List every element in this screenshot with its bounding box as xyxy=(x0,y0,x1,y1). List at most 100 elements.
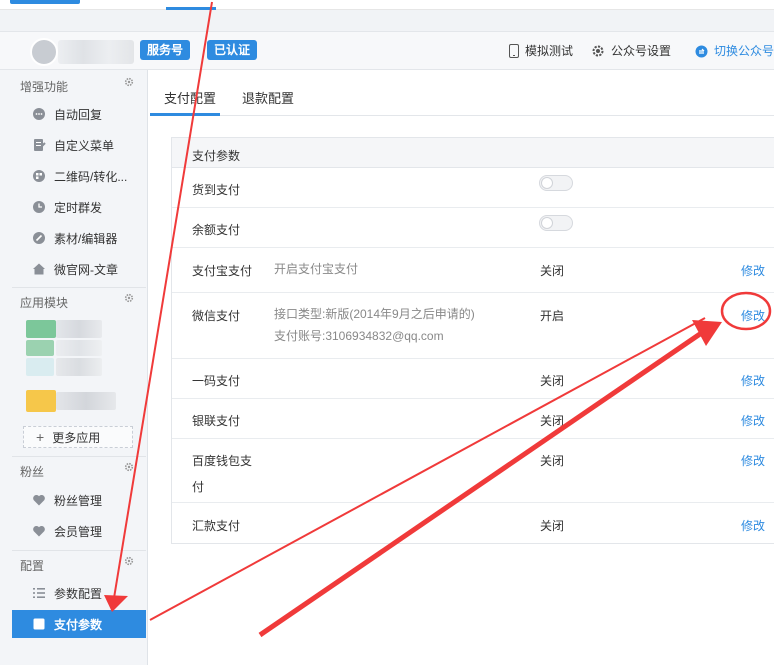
more-apps-button[interactable]: + 更多应用 xyxy=(23,426,133,448)
top-nav-strip xyxy=(0,0,774,10)
edit-link-onecode[interactable]: 修改 xyxy=(741,372,765,389)
balance-toggle[interactable] xyxy=(539,215,573,231)
account-settings-label: 公众号设置 xyxy=(611,44,672,58)
sidebar-divider xyxy=(12,456,146,457)
sidebar-item-material-editor[interactable]: 素材/编辑器 xyxy=(12,225,148,251)
sidebar-item-custom-menu[interactable]: 自定义菜单 xyxy=(12,132,148,158)
app-name-redacted xyxy=(56,320,102,338)
qrcode-icon xyxy=(32,169,46,183)
table-row: 汇款支付 关闭 修改 xyxy=(172,503,774,544)
sidebar-item-microsite[interactable]: 微官网-文章 xyxy=(12,256,148,282)
table-row: 微信支付 接口类型:新版(2014年9月之后申请的) 支付账号:31069348… xyxy=(172,293,774,359)
sidebar-item-label: 素材/编辑器 xyxy=(54,231,118,246)
edit-link-unionpay[interactable]: 修改 xyxy=(741,412,765,429)
sidebar-item-scheduled-send[interactable]: 定时群发 xyxy=(12,194,148,220)
sidebar-item-label: 微官网-文章 xyxy=(54,262,118,277)
payment-card-icon xyxy=(32,617,46,631)
account-header: 服务号 已认证 模拟测试 公众号设置 切换公众号 xyxy=(0,32,774,70)
section-title-config: 配置 xyxy=(20,559,45,573)
app-name-redacted xyxy=(56,392,116,410)
sidebar-item-label: 自动回复 xyxy=(54,107,103,122)
payment-method-name: 汇款支付 xyxy=(192,519,241,533)
payment-method-name: 银联支付 xyxy=(192,414,241,428)
sidebar-divider xyxy=(12,550,146,551)
payment-status: 关闭 xyxy=(540,454,565,468)
section-title-fans: 粉丝 xyxy=(20,465,45,479)
payment-method-name-line2: 付 xyxy=(192,480,205,494)
edit-link-alipay[interactable]: 修改 xyxy=(741,262,765,279)
list-icon xyxy=(32,586,46,600)
sidebar-item-label: 粉丝管理 xyxy=(54,493,103,508)
payment-method-desc: 开启支付宝支付 xyxy=(274,262,359,276)
payment-method-name: 一码支付 xyxy=(192,374,241,388)
home-icon xyxy=(32,262,46,276)
sidebar-divider xyxy=(12,287,146,288)
payment-params-panel: 支付参数 货到支付 余额支付 支付宝支付 开启支付宝支付 关闭 修改 微信支付 … xyxy=(171,137,774,544)
account-name-redacted xyxy=(58,40,134,64)
simulate-test-link[interactable]: 模拟测试 xyxy=(509,42,573,60)
payment-status: 关闭 xyxy=(540,519,565,533)
heart-icon xyxy=(32,524,46,538)
clock-icon xyxy=(32,200,46,214)
sidebar-item-member-manage[interactable]: 会员管理 xyxy=(12,518,148,544)
section-title-app-modules: 应用模块 xyxy=(20,296,69,310)
sidebar-item-auto-reply[interactable]: 自动回复 xyxy=(12,101,148,127)
payment-status: 开启 xyxy=(540,309,565,323)
payment-status: 关闭 xyxy=(540,414,565,428)
toggle-knob xyxy=(541,177,553,189)
sidebar-item-qrcode[interactable]: 二维码/转化... xyxy=(12,163,148,189)
payment-method-name-line1: 百度钱包支 xyxy=(192,454,253,468)
table-row: 支付宝支付 开启支付宝支付 关闭 修改 xyxy=(172,248,774,293)
payment-method-desc-line2: 支付账号:3106934832@qq.com xyxy=(274,329,444,343)
table-row: 余额支付 xyxy=(172,208,774,248)
payment-method-name: 余额支付 xyxy=(192,223,241,237)
app-icon-redacted[interactable] xyxy=(26,390,56,412)
simulate-test-label: 模拟测试 xyxy=(525,44,574,58)
sidebar-item-param-config[interactable]: 参数配置 xyxy=(12,580,148,606)
section-title-enhanced: 增强功能 xyxy=(20,80,69,94)
edit-link-baidu[interactable]: 修改 xyxy=(741,452,765,469)
sidebar-item-fans-manage[interactable]: 粉丝管理 xyxy=(12,487,148,513)
pencil-icon xyxy=(32,231,46,245)
sidebar-item-label: 二维码/转化... xyxy=(54,169,128,184)
section-gear-icon[interactable] xyxy=(124,293,134,303)
verified-badge: 已认证 xyxy=(207,40,258,60)
app-name-redacted xyxy=(56,358,102,376)
plus-icon: + xyxy=(36,429,45,445)
heart-icon xyxy=(32,493,46,507)
app-name-redacted xyxy=(56,340,102,356)
cod-toggle[interactable] xyxy=(539,175,573,191)
chat-bubble-icon xyxy=(32,107,46,121)
payment-method-name: 微信支付 xyxy=(192,309,241,323)
section-gear-icon[interactable] xyxy=(124,556,134,566)
sidebar-item-label: 参数配置 xyxy=(54,586,103,601)
section-gear-icon[interactable] xyxy=(124,77,134,87)
edit-link-wechat[interactable]: 修改 xyxy=(741,307,765,324)
sidebar-item-label: 定时群发 xyxy=(54,200,103,215)
content-tabs: 支付配置 退款配置 xyxy=(150,70,774,116)
section-gear-icon[interactable] xyxy=(124,462,134,472)
table-row: 银联支付 关闭 修改 xyxy=(172,399,774,439)
table-row: 百度钱包支 付 关闭 修改 xyxy=(172,439,774,503)
more-apps-label: 更多应用 xyxy=(52,430,101,445)
tab-pay-config[interactable]: 支付配置 xyxy=(164,88,216,107)
edit-link-transfer[interactable]: 修改 xyxy=(741,517,765,534)
table-row: 一码支付 关闭 修改 xyxy=(172,359,774,399)
app-icon-redacted[interactable] xyxy=(26,358,54,376)
app-icon-redacted[interactable] xyxy=(26,320,56,338)
panel-header: 支付参数 xyxy=(172,138,774,168)
document-edit-icon xyxy=(32,138,46,152)
sidebar-item-payment-params[interactable]: 支付参数 xyxy=(12,610,146,638)
tab-refund-config[interactable]: 退款配置 xyxy=(242,88,294,107)
avatar xyxy=(30,38,58,66)
sidebar: 增强功能 自动回复 自定义菜单 二维码/转化... 定时群发 素材/编辑器 微官… xyxy=(0,70,148,665)
switch-account-link[interactable]: 切换公众号 xyxy=(695,42,774,60)
account-settings-link[interactable]: 公众号设置 xyxy=(591,42,671,60)
payment-method-name: 货到支付 xyxy=(192,183,241,197)
switch-icon xyxy=(695,45,708,57)
phone-icon xyxy=(509,44,519,58)
payment-status: 关闭 xyxy=(540,264,565,278)
logo-fragment xyxy=(10,0,80,4)
app-icon-redacted[interactable] xyxy=(26,340,54,356)
sidebar-item-label: 自定义菜单 xyxy=(54,138,115,153)
